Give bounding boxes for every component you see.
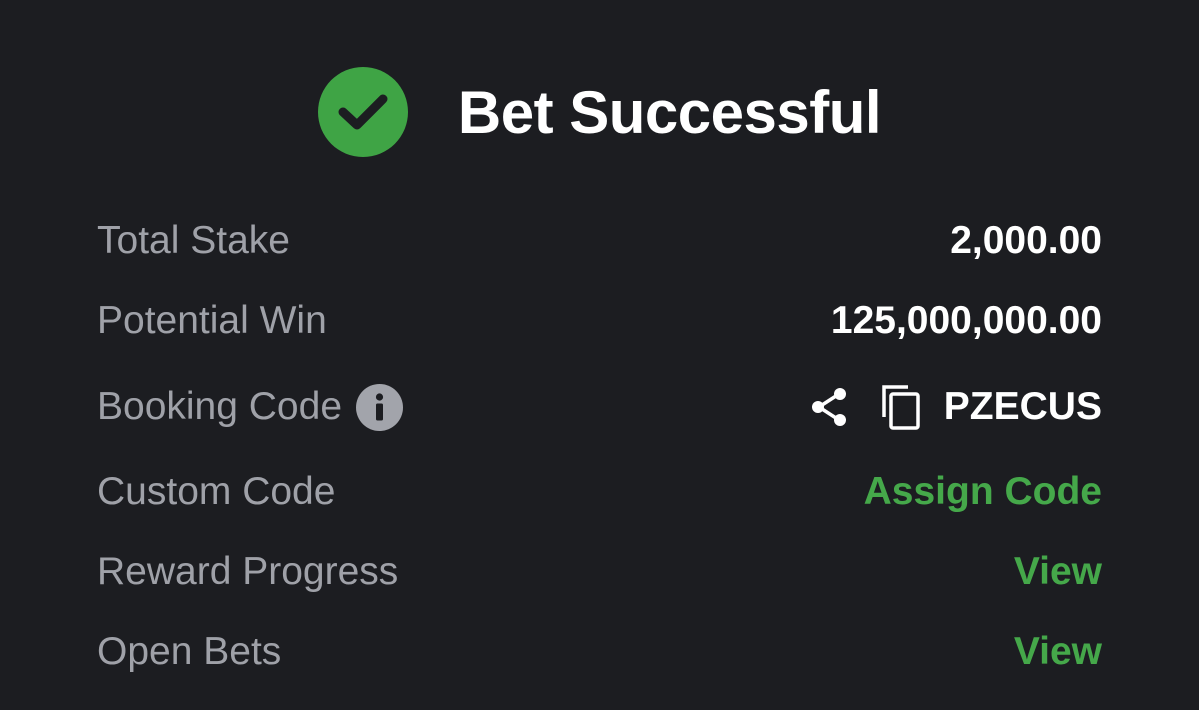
share-icon[interactable] <box>808 385 852 429</box>
assign-code-link[interactable]: Assign Code <box>864 470 1102 514</box>
header: Bet Successful <box>0 66 1199 158</box>
booking-code-row: Booking Code PZECUS <box>97 377 1102 437</box>
total-stake-value: 2,000.00 <box>950 219 1102 262</box>
page-title: Bet Successful <box>457 78 882 146</box>
view-reward-progress-link[interactable]: View <box>1014 550 1102 594</box>
total-stake-label: Total Stake <box>97 219 290 262</box>
open-bets-label: Open Bets <box>97 630 282 673</box>
booking-code-value: PZECUS <box>943 385 1102 428</box>
check-circle-icon <box>317 67 408 157</box>
info-icon[interactable] <box>356 383 404 431</box>
custom-code-label: Custom Code <box>97 470 336 513</box>
view-open-bets-link[interactable]: View <box>1014 630 1102 674</box>
potential-win-label: Potential Win <box>97 299 327 342</box>
total-stake-row: Total Stake 2,000.00 <box>97 211 1102 271</box>
potential-win-row: Potential Win 125,000,000.00 <box>97 291 1102 351</box>
reward-progress-row: Reward Progress View <box>97 542 1102 602</box>
copy-icon[interactable] <box>880 383 922 431</box>
custom-code-row: Custom Code Assign Code <box>97 462 1102 522</box>
booking-code-label-group: Booking Code <box>97 383 404 431</box>
open-bets-row: Open Bets View <box>97 622 1102 682</box>
potential-win-value: 125,000,000.00 <box>830 299 1102 342</box>
bet-success-screen: Bet Successful Total Stake 2,000.00 Pote… <box>0 0 1199 710</box>
booking-code-label: Booking Code <box>97 385 343 428</box>
reward-progress-label: Reward Progress <box>97 550 399 593</box>
booking-code-value-group: PZECUS <box>808 383 1102 431</box>
